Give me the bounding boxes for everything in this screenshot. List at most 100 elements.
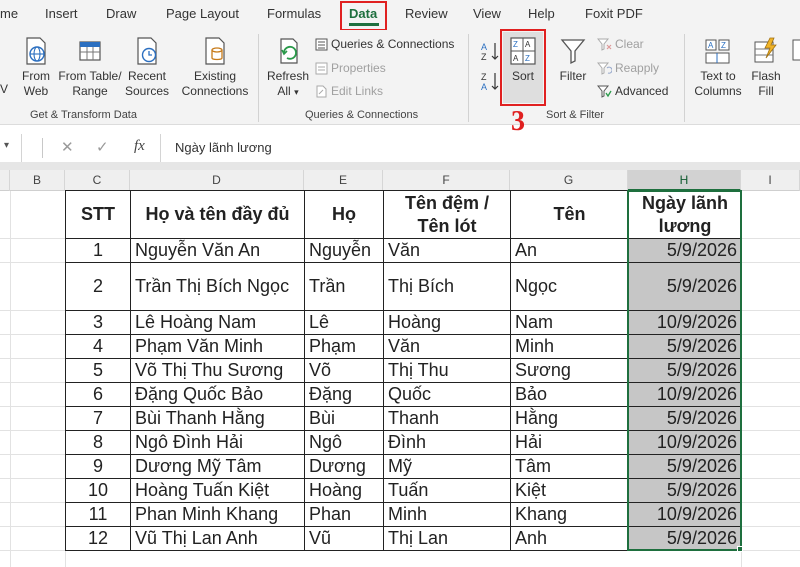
- cell-stt[interactable]: 5: [65, 358, 131, 383]
- cell-full-name[interactable]: Bùi Thanh Hằng: [130, 406, 305, 431]
- cell-full-name[interactable]: Lê Hoàng Nam: [130, 310, 305, 335]
- from-table-range-button[interactable]: From Table/ Range: [58, 36, 122, 99]
- cell-pay-date[interactable]: 5/9/2026: [628, 358, 742, 383]
- cell-first-name[interactable]: Khang: [510, 502, 629, 527]
- edit-links-button[interactable]: Edit Links: [315, 83, 383, 99]
- header-stt[interactable]: STT: [65, 190, 131, 239]
- cell-last-name[interactable]: Phạm: [304, 334, 384, 359]
- filter-button[interactable]: Filter: [553, 36, 593, 84]
- cell-first-name[interactable]: Tâm: [510, 454, 629, 479]
- header-full-name[interactable]: Họ và tên đầy đủ: [130, 190, 305, 239]
- cell-middle-name[interactable]: Tuấn: [383, 478, 511, 503]
- tab-view[interactable]: View: [473, 0, 501, 30]
- cell-last-name[interactable]: Dương: [304, 454, 384, 479]
- cell-first-name[interactable]: Anh: [510, 526, 629, 551]
- column-header-e[interactable]: E: [304, 170, 383, 191]
- cell-last-name[interactable]: Hoàng: [304, 478, 384, 503]
- column-header-b[interactable]: B: [10, 170, 65, 191]
- cell-first-name[interactable]: Hải: [510, 430, 629, 455]
- tab-draw[interactable]: Draw: [106, 0, 136, 30]
- cell-middle-name[interactable]: Thị Thu: [383, 358, 511, 383]
- column-header-i[interactable]: I: [741, 170, 800, 191]
- sort-descending-button[interactable]: Z A: [480, 70, 502, 92]
- cell-pay-date[interactable]: 5/9/2026: [628, 262, 742, 311]
- cell-pay-date[interactable]: 10/9/2026: [628, 382, 742, 407]
- cell-last-name[interactable]: Phan: [304, 502, 384, 527]
- cell-first-name[interactable]: Ngọc: [510, 262, 629, 311]
- header-first-name[interactable]: Tên: [510, 190, 629, 239]
- cell-full-name[interactable]: Nguyễn Văn An: [130, 238, 305, 263]
- column-header-h[interactable]: H: [628, 170, 741, 191]
- cell-full-name[interactable]: Hoàng Tuấn Kiệt: [130, 478, 305, 503]
- sort-ascending-button[interactable]: A Z: [480, 40, 502, 62]
- flash-fill-button[interactable]: Flash Fill: [748, 36, 784, 99]
- cell-full-name[interactable]: Trần Thị Bích Ngọc: [130, 262, 305, 311]
- name-box-dropdown-icon[interactable]: ▾: [4, 140, 9, 151]
- remove-duplicates-button-partial[interactable]: [790, 36, 800, 66]
- cell-middle-name[interactable]: Hoàng: [383, 310, 511, 335]
- cell-stt[interactable]: 10: [65, 478, 131, 503]
- cell-middle-name[interactable]: Thị Bích: [383, 262, 511, 311]
- name-box[interactable]: ▾: [0, 134, 22, 162]
- tab-home[interactable]: me: [0, 0, 18, 30]
- cell-first-name[interactable]: Sương: [510, 358, 629, 383]
- header-last-name[interactable]: Họ: [304, 190, 384, 239]
- cell-middle-name[interactable]: Văn: [383, 238, 511, 263]
- cell-full-name[interactable]: Ngô Đình Hải: [130, 430, 305, 455]
- tab-formulas[interactable]: Formulas: [267, 0, 321, 30]
- cell-pay-date[interactable]: 5/9/2026: [628, 406, 742, 431]
- cell-full-name[interactable]: Đặng Quốc Bảo: [130, 382, 305, 407]
- cell-stt[interactable]: 9: [65, 454, 131, 479]
- cell-first-name[interactable]: Bảo: [510, 382, 629, 407]
- cell-first-name[interactable]: Hằng: [510, 406, 629, 431]
- cell-pay-date[interactable]: 5/9/2026: [628, 526, 742, 551]
- cell-middle-name[interactable]: Đình: [383, 430, 511, 455]
- cell-stt[interactable]: 2: [65, 262, 131, 311]
- cell-stt[interactable]: 3: [65, 310, 131, 335]
- cell-middle-name[interactable]: Thanh: [383, 406, 511, 431]
- cell-stt[interactable]: 11: [65, 502, 131, 527]
- cell-middle-name[interactable]: Thị Lan: [383, 526, 511, 551]
- cell-pay-date[interactable]: 10/9/2026: [628, 502, 742, 527]
- cell-last-name[interactable]: Võ: [304, 358, 384, 383]
- cell-middle-name[interactable]: Quốc: [383, 382, 511, 407]
- reapply-button[interactable]: Reapply: [597, 60, 659, 76]
- clear-filter-button[interactable]: Clear: [597, 36, 644, 52]
- recent-sources-button[interactable]: Recent Sources: [124, 36, 170, 99]
- cell-last-name[interactable]: Ngô: [304, 430, 384, 455]
- cell-full-name[interactable]: Phan Minh Khang: [130, 502, 305, 527]
- cell-last-name[interactable]: Vũ: [304, 526, 384, 551]
- cell-pay-date[interactable]: 5/9/2026: [628, 334, 742, 359]
- cell-first-name[interactable]: An: [510, 238, 629, 263]
- tab-insert[interactable]: Insert: [45, 0, 78, 30]
- from-web-button[interactable]: From Web: [15, 36, 57, 99]
- cell-last-name[interactable]: Bùi: [304, 406, 384, 431]
- cell-full-name[interactable]: Dương Mỹ Tâm: [130, 454, 305, 479]
- cell-pay-date[interactable]: 5/9/2026: [628, 478, 742, 503]
- insert-function-icon[interactable]: fx: [134, 138, 145, 155]
- column-header-c[interactable]: C: [65, 170, 130, 191]
- tab-review[interactable]: Review: [405, 0, 448, 30]
- cell-last-name[interactable]: Trần: [304, 262, 384, 311]
- properties-button[interactable]: Properties: [315, 60, 386, 76]
- refresh-all-button[interactable]: Refresh All ▾: [264, 36, 312, 100]
- existing-connections-button[interactable]: Existing Connections: [178, 36, 252, 99]
- cell-middle-name[interactable]: Văn: [383, 334, 511, 359]
- tab-help[interactable]: Help: [528, 0, 555, 30]
- column-header-f[interactable]: F: [383, 170, 510, 191]
- cell-full-name[interactable]: Phạm Văn Minh: [130, 334, 305, 359]
- cell-last-name[interactable]: Nguyễn: [304, 238, 384, 263]
- cell-pay-date[interactable]: 5/9/2026: [628, 454, 742, 479]
- formula-input[interactable]: Ngày lãnh lương: [160, 134, 800, 162]
- cancel-icon[interactable]: ✕: [61, 138, 74, 156]
- column-header-d[interactable]: D: [130, 170, 304, 191]
- cell-first-name[interactable]: Kiệt: [510, 478, 629, 503]
- queries-connections-button[interactable]: Queries & Connections: [315, 36, 454, 52]
- cell-stt[interactable]: 1: [65, 238, 131, 263]
- cell-stt[interactable]: 8: [65, 430, 131, 455]
- tab-foxit-pdf[interactable]: Foxit PDF: [585, 0, 643, 30]
- cell-pay-date[interactable]: 10/9/2026: [628, 430, 742, 455]
- fill-handle[interactable]: [737, 546, 743, 552]
- cell-first-name[interactable]: Minh: [510, 334, 629, 359]
- from-text-csv-button[interactable]: V: [0, 40, 12, 97]
